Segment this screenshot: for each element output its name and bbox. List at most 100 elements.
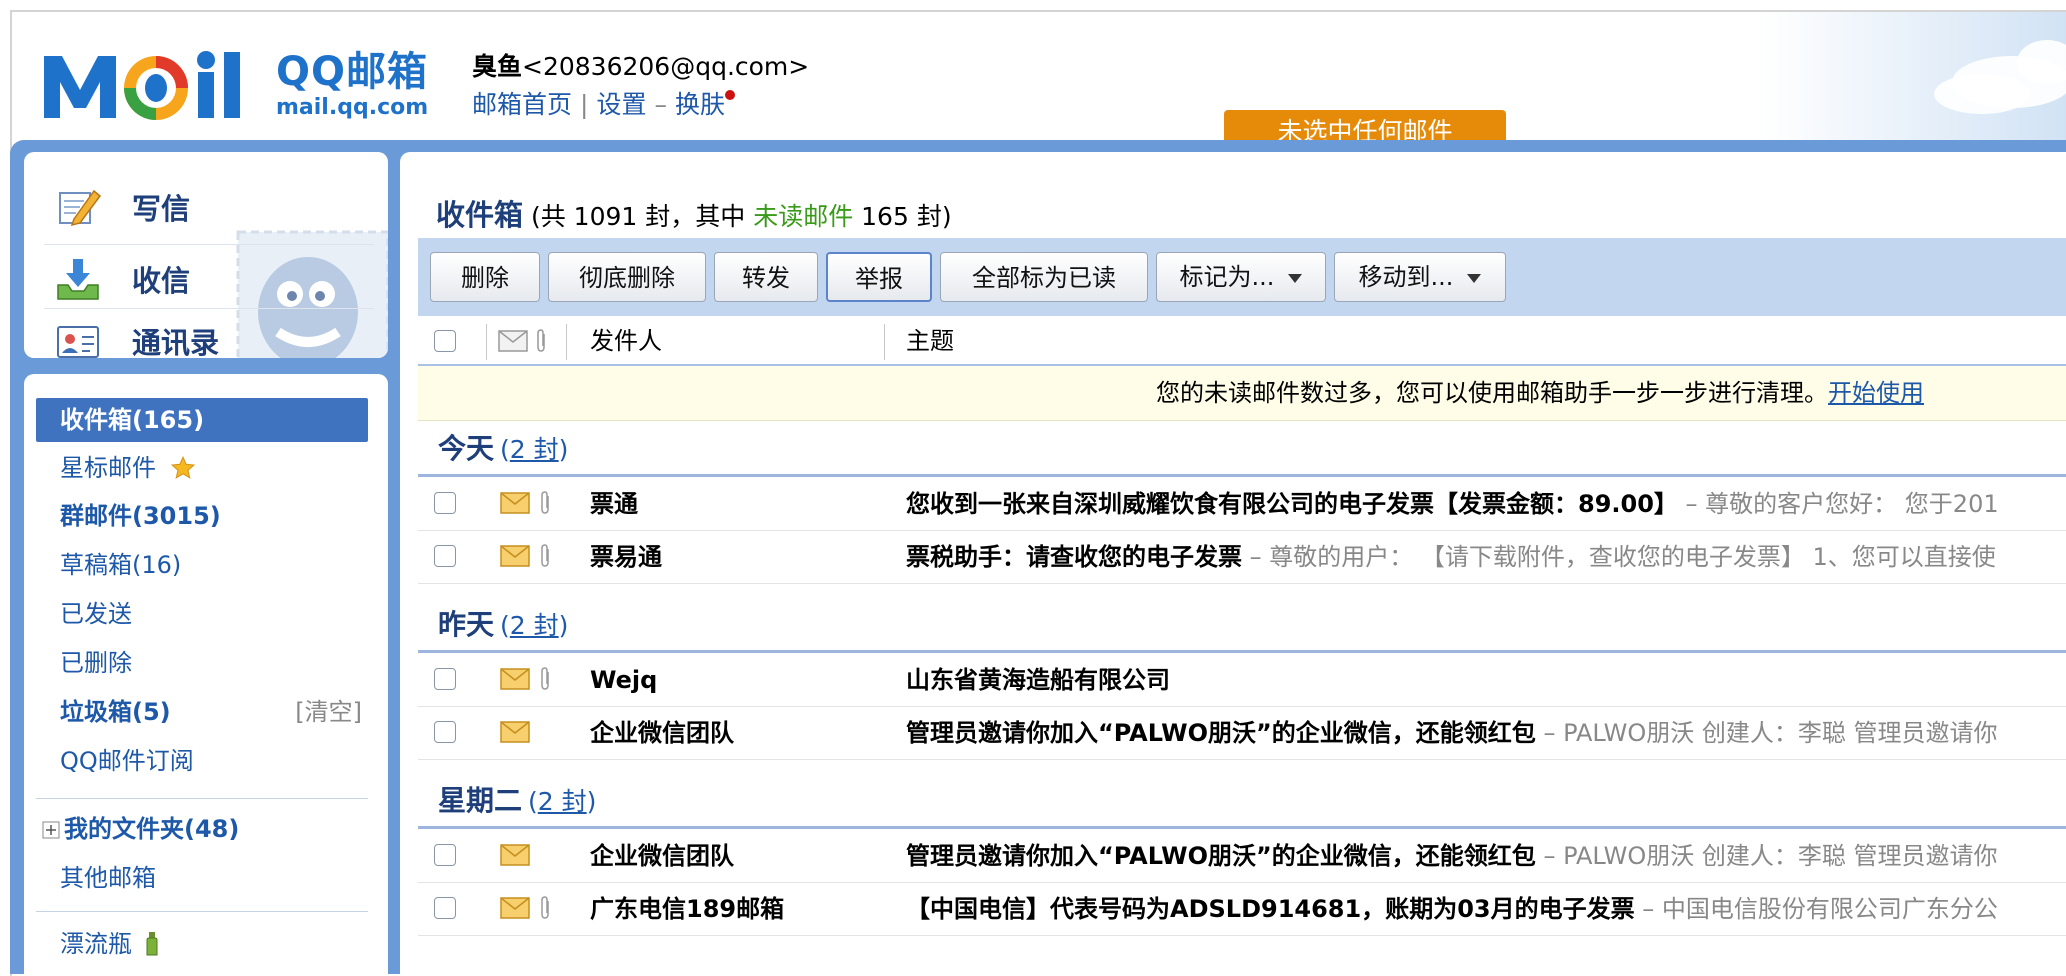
compose-button[interactable]: 写信 — [54, 176, 374, 238]
email-sender[interactable]: 企业微信团队 — [590, 707, 734, 759]
group-name: 昨天 — [438, 608, 495, 641]
unread-mail-link[interactable]: 未读邮件 — [753, 202, 853, 231]
email-sender[interactable]: Wejq — [590, 654, 657, 706]
folder-drift-bottle[interactable]: 漂流瓶 — [36, 922, 368, 966]
subject-column-header[interactable]: 主题 — [906, 318, 954, 364]
email-preview: – 中国电信股份有限公司广东分公 — [1634, 895, 1998, 923]
inbox-download-icon — [57, 259, 99, 300]
email-sender[interactable]: 企业微信团队 — [590, 830, 734, 882]
email-subject[interactable]: 管理员邀请你加入“PALWO朋沃”的企业微信，还能领红包 – PALWO朋沃 创… — [906, 707, 1997, 759]
permanent-delete-button[interactable]: 彻底删除 — [548, 252, 706, 302]
start-using-link[interactable]: 开始使用 — [1828, 379, 1924, 407]
inbox-title: 收件箱 — [436, 198, 524, 232]
email-preview: – PALWO朋沃 创建人：李聪 管理员邀请你 — [1535, 719, 1998, 747]
mail-home-link[interactable]: 邮箱首页 — [472, 90, 572, 119]
email-checkbox[interactable] — [434, 844, 456, 866]
bottle-icon — [146, 932, 158, 956]
group-count-link[interactable]: 2 封 — [538, 787, 587, 816]
user-account: 臭鱼<20836206@qq.com> — [472, 50, 809, 84]
email-subject[interactable]: 您收到一张来自深圳威耀饮食有限公司的电子发票【发票金额：89.00】 – 尊敬的… — [906, 478, 1999, 530]
sender-column-header[interactable]: 发件人 — [590, 318, 662, 364]
folder-sent-label: 已发送 — [60, 600, 132, 628]
clear-spam-link[interactable]: [清空] — [295, 690, 362, 734]
email-subject-text: 【中国电信】代表号码为ADSLD914681，账期为03月的电子发票 — [906, 895, 1635, 923]
folder-subscriptions[interactable]: QQ邮件订阅 — [36, 739, 368, 783]
forward-button[interactable]: 转发 — [714, 252, 818, 302]
contacts-button[interactable]: 通讯录 — [54, 310, 374, 358]
email-sender[interactable]: 票通 — [590, 478, 638, 530]
email-subject[interactable]: 【中国电信】代表号码为ADSLD914681，账期为03月的电子发票 – 中国电… — [906, 883, 1998, 935]
email-sender[interactable]: 广东电信189邮箱 — [590, 883, 784, 935]
group-count[interactable]: (2 封) — [528, 787, 596, 816]
move-to-dropdown[interactable]: 移动到... — [1334, 252, 1506, 302]
group-count[interactable]: (2 封) — [500, 611, 568, 640]
link-dash: – — [654, 90, 667, 119]
email-checkbox[interactable] — [434, 721, 456, 743]
report-button[interactable]: 举报 — [826, 252, 932, 302]
email-preview: – 尊敬的客户您好： 您于201 — [1677, 490, 1999, 518]
email-subject[interactable]: 票税助手：请查收您的电子发票 – 尊敬的用户： 【请下载附件，查收您的电子发票】… — [906, 531, 1996, 583]
email-checkbox[interactable] — [434, 492, 456, 514]
folder-inbox[interactable]: 收件箱(165) — [36, 398, 368, 442]
folder-starred-label: 星标邮件 — [60, 454, 156, 482]
folder-my-folders-label: 我的文件夹(48) — [64, 815, 240, 843]
folder-other-mail[interactable]: 其他邮箱 — [36, 856, 368, 900]
folder-my-folders[interactable]: 我的文件夹(48) — [36, 807, 368, 851]
email-checkbox[interactable] — [434, 545, 456, 567]
delete-button[interactable]: 删除 — [430, 252, 540, 302]
inbox-summary-prefix: (共 1091 封，其中 — [530, 202, 754, 231]
email-subject-text: 山东省黄海造船有限公司 — [906, 666, 1170, 694]
email-preview: – PALWO朋沃 创建人：李聪 管理员邀请你 — [1535, 842, 1998, 870]
contact-card-icon — [57, 326, 99, 358]
folder-spam[interactable]: 垃圾箱(5) [清空] — [36, 690, 368, 734]
user-email: <20836206@qq.com> — [522, 52, 810, 81]
select-all-checkbox[interactable] — [434, 330, 456, 352]
email-preview: – 尊敬的用户： 【请下载附件，查收您的电子发票】 1、您可以直接使 — [1242, 543, 1996, 571]
group-count-link[interactable]: 2 封 — [510, 611, 559, 640]
group-count[interactable]: (2 封) — [500, 435, 568, 464]
email-row[interactable]: 广东电信189邮箱 【中国电信】代表号码为ADSLD914681，账期为03月的电… — [418, 883, 2066, 936]
mail-toolbar: 删除 彻底删除 转发 举报 全部标为已读 标记为... 移动到... — [418, 238, 2066, 316]
divider — [36, 798, 368, 799]
divider — [44, 244, 374, 245]
column-divider — [486, 324, 487, 360]
expand-plus-icon[interactable] — [42, 821, 60, 839]
mark-all-read-button[interactable]: 全部标为已读 — [940, 252, 1148, 302]
folder-sent[interactable]: 已发送 — [36, 592, 368, 636]
email-checkbox[interactable] — [434, 897, 456, 919]
folder-starred[interactable]: 星标邮件 — [36, 446, 368, 490]
email-row[interactable]: 票易通 票税助手：请查收您的电子发票 – 尊敬的用户： 【请下载附件，查收您的电子… — [418, 531, 2066, 584]
receive-button[interactable]: 收信 — [54, 248, 374, 310]
email-row[interactable]: 企业微信团队 管理员邀请你加入“PALWO朋沃”的企业微信，还能领红包 – PAL… — [418, 830, 2066, 883]
envelope-icon — [500, 721, 530, 743]
attachment-column-icon[interactable] — [534, 328, 548, 354]
email-row[interactable]: 企业微信团队 管理员邀请你加入“PALWO朋沃”的企业微信，还能领红包 – PAL… — [418, 707, 2066, 760]
email-row[interactable]: 票通 您收到一张来自深圳威耀饮食有限公司的电子发票【发票金额：89.00】 – 尊… — [418, 478, 2066, 531]
folder-subscriptions-label: QQ邮件订阅 — [60, 747, 194, 775]
moil-logo[interactable] — [38, 46, 278, 126]
envelope-icon — [500, 897, 530, 919]
mark-as-dropdown[interactable]: 标记为... — [1156, 252, 1326, 302]
folder-spam-label: 垃圾箱(5) — [60, 698, 171, 726]
group-count-link[interactable]: 2 封 — [510, 435, 559, 464]
envelope-column-icon[interactable] — [498, 330, 528, 352]
link-separator: | — [580, 90, 589, 119]
email-subject[interactable]: 管理员邀请你加入“PALWO朋沃”的企业微信，还能领红包 – PALWO朋沃 创… — [906, 830, 1997, 882]
paperclip-icon — [541, 544, 549, 567]
email-row[interactable]: Wejq 山东省黄海造船有限公司 — [418, 654, 2066, 707]
skin-link[interactable]: 换肤 — [675, 90, 725, 119]
brand: QQ邮箱 mail.qq.com — [276, 48, 428, 120]
email-subject-text: 您收到一张来自深圳威耀饮食有限公司的电子发票【发票金额：89.00】 — [906, 490, 1678, 518]
folder-group-mail[interactable]: 群邮件(3015) — [36, 494, 368, 538]
folder-drafts[interactable]: 草稿箱(16) — [36, 543, 368, 587]
settings-link[interactable]: 设置 — [596, 90, 646, 119]
inbox-heading: 收件箱 (共 1091 封，其中 未读邮件 165 封) — [436, 192, 952, 234]
email-subject-text: 管理员邀请你加入“PALWO朋沃”的企业微信，还能领红包 — [906, 842, 1536, 870]
email-subject[interactable]: 山东省黄海造船有限公司 — [906, 654, 1170, 706]
email-checkbox[interactable] — [434, 668, 456, 690]
folder-deleted[interactable]: 已删除 — [36, 641, 368, 685]
email-sender[interactable]: 票易通 — [590, 531, 662, 583]
tip-text: 您的未读邮件数过多，您可以使用邮箱助手一步一步进行清理。 — [1156, 379, 1828, 407]
paperclip-icon — [541, 667, 549, 690]
unread-tip-bar: 您的未读邮件数过多，您可以使用邮箱助手一步一步进行清理。开始使用 — [418, 366, 2066, 421]
